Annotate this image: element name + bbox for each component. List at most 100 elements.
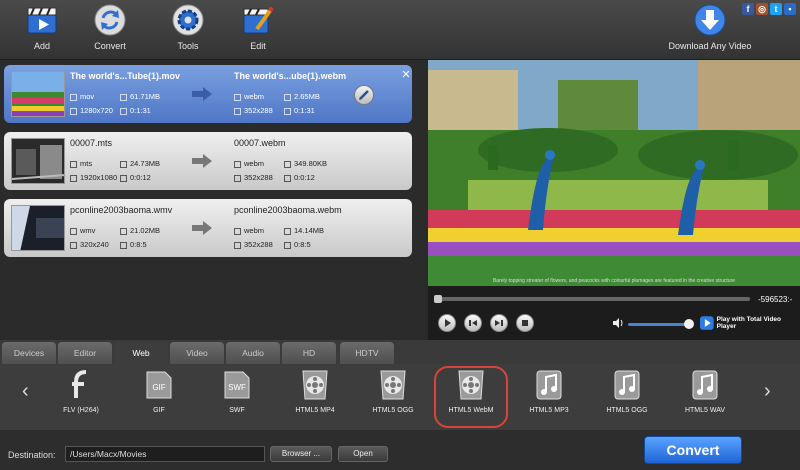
tab-devices[interactable]: Devices <box>2 342 56 364</box>
format-swf[interactable]: SWF SWF <box>202 368 272 426</box>
twitter-icon[interactable]: t <box>770 3 782 15</box>
format-html5-ogg-audio[interactable]: HTML5 OGG <box>592 368 662 426</box>
play-button[interactable] <box>438 314 456 332</box>
next-button[interactable] <box>490 314 508 332</box>
tab-web[interactable]: Web <box>114 342 168 364</box>
source-format: mts <box>70 159 92 168</box>
format-html5-mp4[interactable]: HTML5 MP4 <box>280 368 350 426</box>
output-format: webm <box>234 226 264 235</box>
clapper-pencil-icon <box>243 6 274 34</box>
source-duration: 0:1:31 <box>120 106 151 115</box>
svg-text:GIF: GIF <box>152 383 165 392</box>
format-gif[interactable]: GIF GIF <box>124 368 194 426</box>
source-resolution: 1920x1080 <box>70 173 117 182</box>
film-reel-icon <box>302 370 328 400</box>
flash-icon <box>72 370 87 398</box>
video-caption: Barely topping streater of flowers, and … <box>492 278 736 284</box>
format-label: FLV (H264) <box>63 407 99 414</box>
file-item[interactable]: The world's...Tube(1).mov mov 61.71MB 12… <box>4 65 412 123</box>
source-size: 24.73MB <box>120 159 160 168</box>
tab-hd[interactable]: HD <box>282 342 336 364</box>
tab-editor[interactable]: Editor <box>58 342 112 364</box>
category-tabs: Devices Editor Web Video Audio HD HDTV <box>0 340 800 364</box>
video-frame: Barely topping streater of flowers, and … <box>428 60 800 286</box>
output-size: 14.14MB <box>284 226 324 235</box>
video-thumbnail <box>11 71 65 117</box>
download-icon <box>694 4 726 36</box>
seek-handle[interactable] <box>434 295 442 303</box>
file-item[interactable]: 00007.mts mts 24.73MB 1920x1080 0:0:12 0… <box>4 132 412 190</box>
play-with-total-video-player-button[interactable]: Play with Total Video Player <box>700 315 800 331</box>
edit-toolbar-label: Edit <box>250 41 266 51</box>
add-button[interactable]: Add <box>12 3 72 57</box>
social-links: f ◎ t • <box>742 3 796 15</box>
destination-input[interactable] <box>65 446 265 462</box>
tools-button[interactable]: Tools <box>158 3 218 57</box>
download-any-video-button[interactable]: Download Any Video <box>668 3 752 57</box>
volume-icon[interactable] <box>612 317 624 329</box>
output-duration: 0:1:31 <box>284 106 315 115</box>
chat-icon[interactable]: • <box>784 3 796 15</box>
format-html5-wav[interactable]: HTML5 WAV <box>670 368 740 426</box>
browse-button[interactable]: Browser ... <box>270 446 332 462</box>
volume-handle[interactable] <box>684 319 694 329</box>
format-selector: ‹ FLV (H264) GIF GIF SWF SWF HTML5 MP4 H… <box>0 364 800 430</box>
clapperboard-icon <box>27 7 57 34</box>
source-duration: 0:8:5 <box>120 240 147 249</box>
garden-scene-image <box>428 60 800 286</box>
pencil-icon <box>359 90 369 100</box>
output-size: 349.80KB <box>284 159 327 168</box>
skip-forward-icon <box>495 320 503 326</box>
swf-file-icon: SWF <box>224 371 250 399</box>
output-file-name: 00007.webm <box>234 138 286 148</box>
chevron-left-icon[interactable]: ‹ <box>22 380 29 403</box>
output-file-name: pconline2003baoma.webm <box>234 205 342 215</box>
format-label: HTML5 MP3 <box>529 407 569 414</box>
format-html5-webm[interactable]: HTML5 WebM <box>434 366 508 428</box>
format-flv[interactable]: FLV (H264) <box>46 368 116 426</box>
source-resolution: 320x240 <box>70 240 109 249</box>
close-icon[interactable]: ✕ <box>400 69 412 81</box>
seek-bar[interactable] <box>434 295 750 303</box>
source-size: 21.02MB <box>120 226 160 235</box>
convert-button[interactable]: Convert <box>644 436 742 464</box>
bottom-bar: Destination: Browser ... Open Convert <box>0 430 800 470</box>
stop-button[interactable] <box>516 314 534 332</box>
gear-icon <box>172 4 204 36</box>
format-label: HTML5 OGG <box>606 407 648 414</box>
format-label: HTML5 WebM <box>448 407 494 414</box>
output-duration: 0:8:5 <box>284 240 311 249</box>
player-app-icon <box>700 316 714 330</box>
format-html5-mp3[interactable]: HTML5 MP3 <box>514 368 584 426</box>
convert-toolbar-label: Convert <box>94 41 126 51</box>
volume-slider[interactable] <box>628 323 688 326</box>
music-note-icon <box>692 370 718 400</box>
file-item[interactable]: pconline2003baoma.wmv wmv 21.02MB 320x24… <box>4 199 412 257</box>
skip-back-icon <box>469 320 477 326</box>
source-file-name: The world's...Tube(1).mov <box>70 71 180 81</box>
output-resolution: 352x288 <box>234 106 273 115</box>
output-format: webm <box>234 92 264 101</box>
tab-video[interactable]: Video <box>170 342 224 364</box>
format-label: HTML5 OGG <box>372 407 414 414</box>
instagram-icon[interactable]: ◎ <box>756 3 768 15</box>
toolbar: Add Convert Tools Edit Download Any Vide… <box>0 0 800 60</box>
previous-button[interactable] <box>464 314 482 332</box>
open-button[interactable]: Open <box>338 446 388 462</box>
play-total-label: Play with Total Video Player <box>716 316 782 330</box>
tab-hdtv[interactable]: HDTV <box>340 342 394 364</box>
output-format: webm <box>234 159 264 168</box>
chevron-right-icon[interactable]: › <box>764 380 771 403</box>
facebook-icon[interactable]: f <box>742 3 754 15</box>
film-reel-icon <box>458 370 484 400</box>
convert-toolbar-button[interactable]: Convert <box>80 3 140 57</box>
film-reel-icon <box>380 370 406 400</box>
arrow-right-icon <box>192 87 212 101</box>
format-label: HTML5 WAV <box>684 407 726 414</box>
edit-toolbar-button[interactable]: Edit <box>228 3 288 57</box>
download-label: Download Any Video <box>668 41 752 51</box>
edit-item-button[interactable] <box>354 85 374 105</box>
format-html5-ogg-video[interactable]: HTML5 OGG <box>358 368 428 426</box>
source-format: mov <box>70 92 94 101</box>
tab-audio[interactable]: Audio <box>226 342 280 364</box>
